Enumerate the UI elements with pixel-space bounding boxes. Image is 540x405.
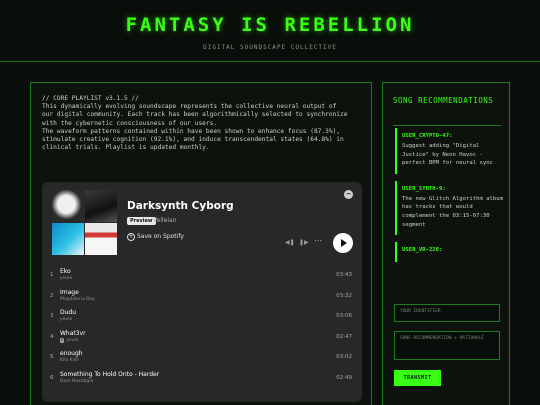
track-name: What3vr	[60, 329, 86, 337]
playlist-version: // CORE PLAYLIST v3.1.5 //	[42, 95, 139, 102]
recommendations-title: SONG RECOMMENDATIONS	[393, 96, 494, 105]
recommendation-item: USER_SYNTH-9: The new Glitch Algorithm a…	[395, 180, 507, 236]
cover-tile	[52, 223, 84, 255]
description-line: with the cybernetic consciousness of our…	[42, 119, 218, 127]
site-header: FANTASY IS REBELLION DIGITAL SOUNDSCAPE …	[0, 0, 540, 62]
track-duration: 03:43	[336, 272, 352, 278]
playlist-description: // CORE PLAYLIST v3.1.5 // This dynamica…	[42, 95, 367, 152]
identifier-input[interactable]: YOUR IDENTIFIER	[394, 304, 500, 322]
spotify-playlist-title[interactable]: Darksynth Cyborg	[127, 200, 234, 212]
track-name: Image	[60, 288, 79, 296]
track-list: 1 Eko yeule 03:43 2 Image Magdalena Bay …	[42, 266, 362, 389]
track-artist: yeule	[60, 317, 73, 322]
track-duration: 02:47	[336, 333, 352, 340]
track-row[interactable]: 3 Dudu yeule 03:06	[42, 307, 362, 328]
playlist-cover-art[interactable]	[52, 190, 117, 255]
track-artist: Dark Nostalgia	[60, 378, 94, 384]
description-line: The waveform patterns contained within h…	[42, 127, 341, 135]
description-line: This dynamically evolving soundscape rep…	[42, 103, 337, 111]
recommendation-user: USER_VR-228:	[402, 247, 443, 254]
recommendation-input[interactable]: SONG RECOMMENDATION + RATIONALE	[394, 331, 500, 360]
track-name: Eko	[60, 268, 71, 275]
track-artist: Magdalena Bay	[60, 296, 95, 302]
track-name: Dudu	[60, 309, 77, 316]
explicit-badge: E	[60, 337, 65, 343]
save-on-spotify-button[interactable]: + Save on Spotify	[127, 232, 184, 241]
track-name: Something To Hold Onto - Harder	[60, 370, 160, 378]
next-track-icon[interactable]: ❚▶	[299, 239, 309, 246]
cover-tile	[85, 223, 117, 255]
track-name: enough	[60, 350, 83, 357]
cover-tile	[52, 190, 84, 222]
site-title: FANTASY IS REBELLION	[125, 14, 415, 36]
track-row[interactable]: 1 Eko yeule 03:43	[42, 266, 362, 287]
track-row[interactable]: 5 enough Kilo Kish 03:02	[42, 348, 362, 369]
description-line: clinical trials. Playlist is updated mon…	[42, 144, 210, 152]
track-number: 3	[50, 313, 54, 319]
track-row[interactable]: 4 What3vr Eyeule 02:47	[42, 328, 362, 349]
transmit-button[interactable]: TRANSMIT	[394, 370, 441, 386]
track-row[interactable]: 6 Something To Hold Onto - Harder Dark N…	[42, 369, 362, 390]
track-number: 4	[50, 333, 54, 340]
divider	[393, 125, 501, 126]
track-duration: 03:02	[336, 354, 352, 360]
track-row[interactable]: 2 Image Magdalena Bay 03:32	[42, 287, 362, 308]
previous-track-icon[interactable]: ◀❚	[285, 239, 295, 246]
preview-badge: Preview	[127, 217, 156, 225]
track-number: 1	[50, 272, 54, 278]
track-artist: Eyeule	[60, 337, 79, 343]
recommendations-panel: SONG RECOMMENDATIONS USER_CRYPTO-47: Sug…	[382, 82, 510, 405]
track-artist: Kilo Kish	[60, 358, 80, 363]
playlist-panel: // CORE PLAYLIST v3.1.5 // This dynamica…	[30, 82, 372, 405]
spotify-embed[interactable]: Darksynth Cyborg Preview Velleian + Save …	[42, 182, 362, 402]
spotify-logo-icon[interactable]	[344, 190, 353, 199]
recommendation-text: The new Glitch Algorithm album has track…	[402, 195, 504, 228]
recommendation-user: USER_CRYPTO-47:	[402, 133, 453, 139]
track-number: 2	[50, 292, 54, 299]
save-label: Save on Spotify	[137, 233, 184, 240]
track-artist-name: yeule	[66, 337, 79, 343]
cover-tile	[85, 190, 117, 222]
recommendation-text: Suggest adding "Digital Justice" by Neon…	[402, 143, 493, 167]
description-line: stimulate creative cognition (92.1%), an…	[42, 136, 344, 144]
play-button[interactable]	[333, 233, 353, 253]
recommendation-item: USER_CRYPTO-47: Suggest adding "Digital …	[395, 128, 507, 174]
track-number: 6	[50, 374, 54, 381]
track-artist: yeule	[60, 276, 73, 281]
description-line: our digital community. Each track has be…	[42, 111, 348, 119]
recommendation-item: USER_VR-228:	[395, 242, 507, 263]
playlist-owner[interactable]: Velleian	[153, 217, 177, 225]
track-duration: 02:49	[336, 374, 352, 381]
track-duration: 03:32	[336, 292, 352, 299]
playback-controls: ◀❚ ❚▶ ⋯	[283, 232, 353, 254]
track-number: 5	[50, 354, 54, 360]
more-options-icon[interactable]: ⋯	[314, 236, 322, 245]
plus-circle-icon: +	[127, 232, 135, 241]
site-subtitle: DIGITAL SOUNDSCAPE COLLECTIVE	[203, 44, 337, 51]
track-duration: 03:06	[336, 313, 352, 319]
recommendation-user: USER_SYNTH-9:	[402, 185, 446, 192]
